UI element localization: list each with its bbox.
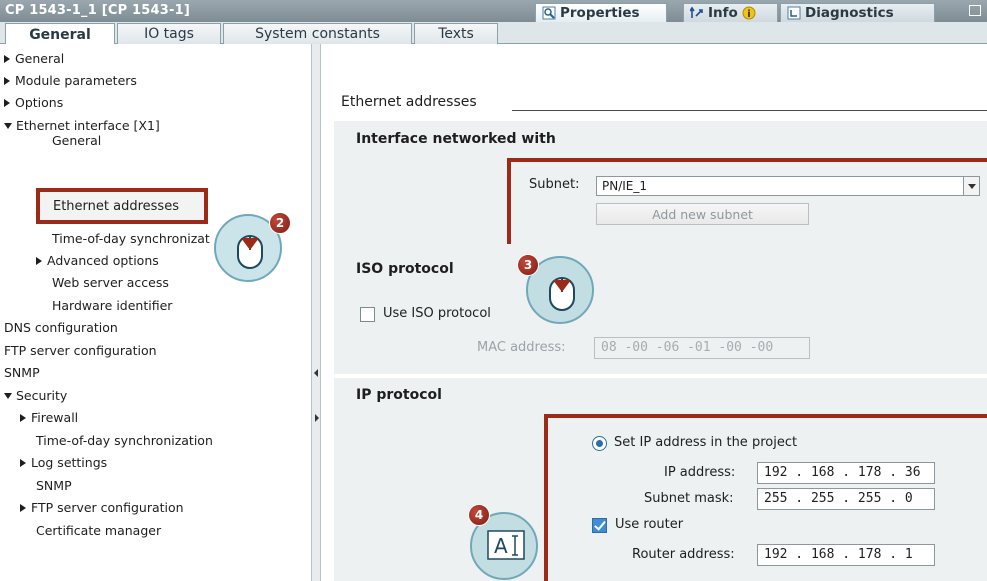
interface-title: Interface networked with	[356, 131, 556, 147]
tree-item-general[interactable]: General	[4, 48, 64, 70]
restore-window-icon[interactable]	[969, 5, 981, 16]
subtab-general[interactable]: General	[5, 23, 115, 45]
text-cursor-icon: A	[487, 530, 525, 560]
collapsed-arrow-icon	[20, 414, 26, 422]
tree-item-snmp[interactable]: SNMP	[4, 362, 40, 384]
iso-title: ISO protocol	[356, 261, 454, 277]
step-badge-2: 2	[269, 212, 291, 234]
tree-item-options[interactable]: Options	[4, 92, 63, 114]
collapsed-arrow-icon	[4, 99, 10, 107]
svg-text:A: A	[494, 534, 508, 558]
subtab-texts[interactable]: Texts	[414, 23, 498, 44]
tree-item-security-ftp[interactable]: FTP server configuration	[20, 497, 184, 519]
tree-item-security[interactable]: Security	[4, 385, 67, 407]
expand-right-icon[interactable]	[315, 414, 319, 422]
tab-properties-label: Properties	[560, 5, 640, 21]
tab-diagnostics-label: Diagnostics	[805, 5, 894, 21]
mouse-icon	[549, 277, 575, 311]
tree-item-eth-general[interactable]: General	[52, 135, 101, 147]
ip-settings-callout	[544, 414, 987, 581]
info-badge-icon: i	[742, 6, 756, 20]
info-arrows-icon	[690, 6, 703, 18]
tree-item-module-parameters[interactable]: Module parameters	[4, 70, 137, 92]
ip-title: IP protocol	[356, 387, 442, 403]
step-badge-3: 3	[517, 254, 539, 276]
selected-item-highlight: Ethernet addresses	[36, 188, 208, 224]
tree-item-certificate-manager[interactable]: Certificate manager	[36, 520, 161, 542]
properties-content: Ethernet addresses Interface networked w…	[322, 44, 987, 581]
subtab-bar: General IO tags System constants Texts	[0, 22, 987, 45]
tab-diagnostics[interactable]: Diagnostics	[780, 3, 935, 22]
iso-panel: ISO protocol Use ISO protocol MAC addres…	[334, 244, 987, 374]
collapsed-arrow-icon	[20, 504, 26, 512]
navigation-tree: General Module parameters Options Ethern…	[0, 44, 312, 581]
collapse-left-icon[interactable]	[314, 369, 318, 377]
tree-item-advanced-options[interactable]: Advanced options	[36, 250, 159, 272]
title-bar: CP 1543-1_1 [CP 1543-1] Properties Info …	[0, 0, 987, 22]
collapsed-arrow-icon	[20, 459, 26, 467]
panel-splitter[interactable]	[312, 44, 321, 581]
heading-divider	[512, 110, 987, 111]
tree-item-dns-configuration[interactable]: DNS configuration	[4, 317, 118, 339]
subtab-system-constants[interactable]: System constants	[223, 23, 412, 44]
section-heading: Ethernet addresses	[341, 94, 477, 110]
use-iso-checkbox[interactable]	[360, 307, 375, 322]
collapsed-arrow-icon	[4, 77, 10, 85]
mac-address-field[interactable]: 08 -00 -06 -01 -00 -00	[594, 337, 810, 359]
tree-item-firewall[interactable]: Firewall	[20, 407, 78, 429]
expanded-arrow-icon	[4, 123, 12, 129]
diagnostics-icon	[787, 6, 801, 20]
tree-item-hardware-identifier[interactable]: Hardware identifier	[52, 295, 172, 317]
step-badge-4: 4	[468, 504, 490, 526]
mouse-icon	[237, 235, 263, 269]
properties-icon	[542, 6, 556, 20]
tree-item-ethernet-addresses-label: Ethernet addresses	[53, 199, 179, 214]
tab-info-label: Info	[708, 5, 738, 21]
expanded-arrow-icon	[4, 393, 12, 399]
use-iso-label: Use ISO protocol	[383, 306, 491, 321]
mac-address-label: MAC address:	[477, 340, 566, 355]
tab-info[interactable]: Info i	[683, 3, 778, 22]
window-title: CP 1543-1_1 [CP 1543-1]	[5, 3, 190, 18]
tree-item-web-server-access[interactable]: Web server access	[52, 272, 169, 294]
subtab-io-tags[interactable]: IO tags	[117, 23, 221, 44]
tree-item-ftp-server-configuration[interactable]: FTP server configuration	[4, 340, 157, 362]
tree-item-security-snmp[interactable]: SNMP	[36, 475, 72, 497]
tree-item-eth-time-sync[interactable]: Time-of-day synchronizat	[52, 228, 210, 250]
tree-item-log-settings[interactable]: Log settings	[20, 452, 107, 474]
tree-item-ethernet-interface[interactable]: Ethernet interface [X1]	[4, 115, 160, 137]
svg-text:i: i	[747, 9, 750, 20]
collapsed-arrow-icon	[36, 257, 42, 265]
tree-item-security-time-sync[interactable]: Time-of-day synchronization	[36, 430, 213, 452]
subnet-callout	[507, 158, 987, 250]
tab-properties[interactable]: Properties	[535, 3, 667, 22]
collapsed-arrow-icon	[4, 55, 10, 63]
